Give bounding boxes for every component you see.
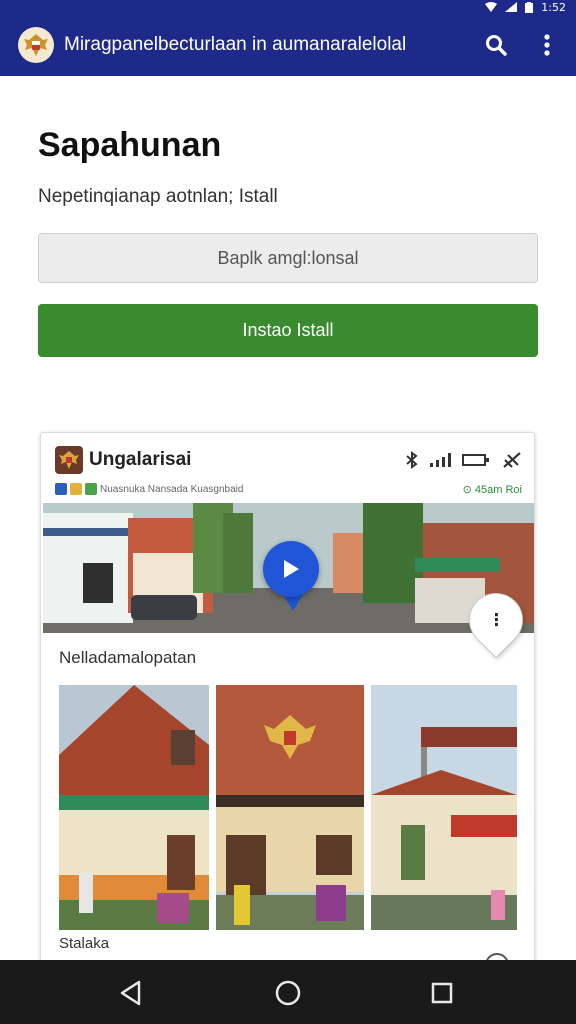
battery-icon xyxy=(525,1,534,13)
nav-recent-button[interactable] xyxy=(427,978,457,1008)
recent-apps-square-icon xyxy=(431,982,453,1004)
photo-house-1[interactable] xyxy=(59,685,209,930)
wifi-icon xyxy=(485,2,498,12)
data-off-icon xyxy=(503,452,521,468)
system-nav-bar xyxy=(0,960,576,1024)
page-heading: Sapahunan xyxy=(38,126,222,164)
card-status-icons xyxy=(404,451,522,469)
status-time: 1:52 xyxy=(541,0,566,14)
app-title: Miragpanelbecturlaan in aumanaralelolal xyxy=(64,34,407,55)
play-button[interactable] xyxy=(263,541,319,597)
card-subrow: Nuasnuka Nansada Kuasgnbaid ⊙ 45am Roi xyxy=(55,480,522,498)
card-header: Ungalarisai xyxy=(55,443,522,477)
install-button[interactable]: Instao Istall xyxy=(38,304,538,357)
secondary-button[interactable]: Baplk amgl:lonsal xyxy=(38,233,538,283)
home-circle-icon xyxy=(275,980,301,1006)
nav-back-button[interactable] xyxy=(116,978,146,1008)
photo-house-2[interactable] xyxy=(216,685,364,930)
nav-home-button[interactable] xyxy=(273,978,303,1008)
search-button[interactable] xyxy=(483,32,509,58)
badge-icon xyxy=(70,483,82,495)
card-app-name: Ungalarisai xyxy=(89,449,192,470)
video-thumbnail[interactable] xyxy=(43,503,534,633)
card-caption: Nelladamalopatan xyxy=(59,648,197,667)
search-icon xyxy=(486,35,507,56)
photo-grid xyxy=(59,685,517,930)
card-meta: ⊙ 45am Roi xyxy=(462,483,522,496)
card-emblem-icon xyxy=(55,446,83,474)
app-preview-card[interactable]: Ungalarisai Nuasnuka Nansada Kuasgnbaid … xyxy=(40,432,535,972)
flag-icon xyxy=(55,483,67,495)
signal-icon xyxy=(505,2,518,12)
more-vertical-icon xyxy=(544,34,550,56)
overflow-menu-button[interactable] xyxy=(534,32,560,58)
battery-icon xyxy=(462,454,489,466)
back-triangle-icon xyxy=(120,980,141,1006)
garuda-emblem-icon[interactable] xyxy=(18,27,54,63)
page-subtitle: Nepetinqianap aotnlan; Istall xyxy=(38,186,278,207)
leaf-icon xyxy=(85,483,97,495)
play-icon xyxy=(284,560,299,578)
app-bar: Miragpanelbecturlaan in aumanaralelolal xyxy=(0,14,576,76)
bluetooth-icon xyxy=(406,451,418,469)
card-footer: Stalaka xyxy=(59,935,110,952)
status-icons: 1:52 xyxy=(485,0,566,14)
card-subtitle: Nuasnuka Nansada Kuasgnbaid xyxy=(100,483,244,495)
status-bar: 1:52 xyxy=(0,0,576,14)
signal-bars-icon xyxy=(430,453,451,467)
photo-house-3[interactable] xyxy=(371,685,517,930)
